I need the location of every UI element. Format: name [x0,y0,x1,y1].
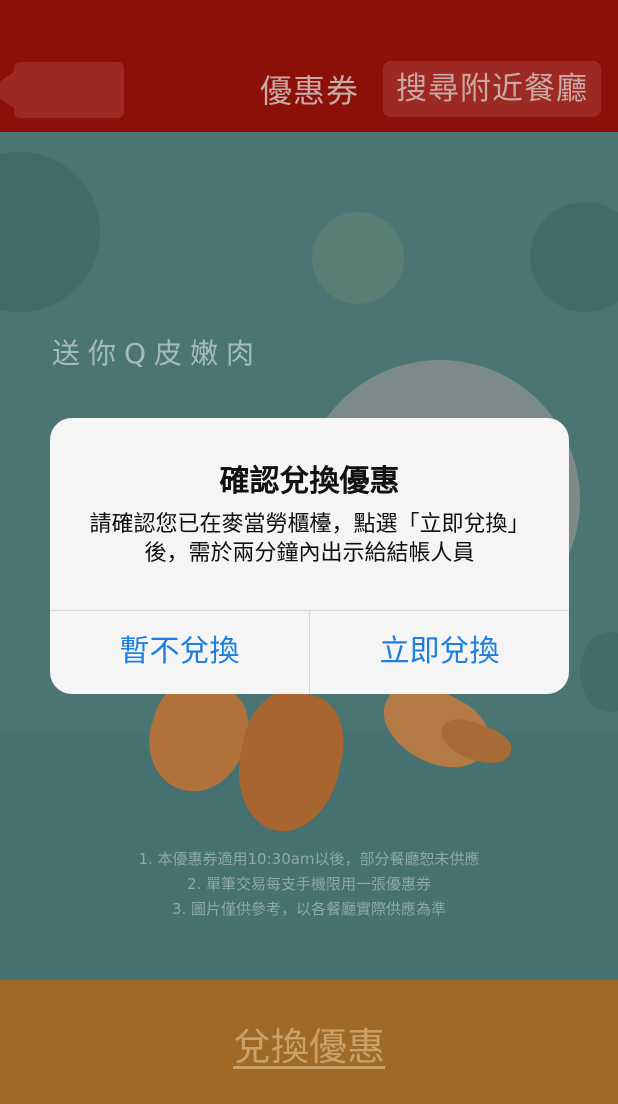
cancel-redeem-button[interactable]: 暫不兌換 [50,610,309,694]
dialog-message: 請確認您已在麥當勞櫃檯，點選「立即兌換」後，需於兩分鐘內出示給結帳人員 [89,512,530,566]
dialog-title: 確認兌換優惠 [219,464,400,499]
confirm-redeem-button[interactable]: 立即兌換 [310,610,569,694]
confirm-redeem-dialog: 確認兌換優惠 請確認您已在麥當勞櫃檯，點選「立即兌換」後，需於兩分鐘內出示給結帳… [50,418,569,694]
